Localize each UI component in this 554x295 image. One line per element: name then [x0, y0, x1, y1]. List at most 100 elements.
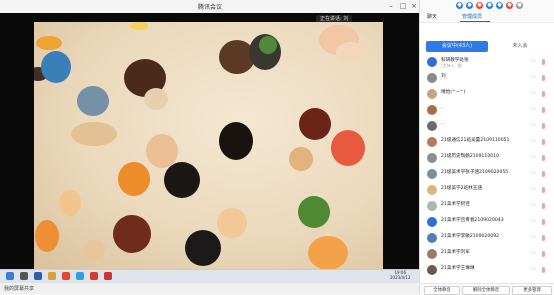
- microphone-icon[interactable]: [542, 75, 545, 81]
- camera-icon[interactable]: ▭: [531, 59, 536, 64]
- microphone-icon[interactable]: [542, 267, 545, 273]
- avatar: [427, 137, 437, 147]
- more-icon[interactable]: ●: [516, 2, 523, 9]
- member-name: 21级美术学张子涵2109020055: [441, 170, 509, 175]
- user-icon[interactable]: ●: [456, 2, 463, 9]
- maximize-icon[interactable]: □: [398, 1, 408, 11]
- camera-icon[interactable]: ▭: [531, 235, 536, 240]
- camera-icon[interactable]: ▭: [531, 267, 536, 272]
- microphone-icon[interactable]: [542, 251, 545, 257]
- ink-blot: [77, 86, 109, 116]
- ink-blot: [36, 36, 62, 50]
- tab-chat[interactable]: 聊天: [427, 13, 437, 20]
- member-name: 21级通信21班吴蕾2109110051: [441, 138, 510, 143]
- microphone-icon[interactable]: [542, 107, 545, 113]
- member-row[interactable]: 21级美学2班林玉涵 ▭: [420, 183, 554, 198]
- ink-blot: [113, 215, 151, 253]
- avatar: [427, 169, 437, 179]
- member-row[interactable]: 科研教学处张 (主持人, 我) ▭: [420, 55, 554, 70]
- member-row[interactable]: 21美术学李敏2109020092 ▭: [420, 231, 554, 246]
- ink-blot: [299, 108, 331, 140]
- member-name: ..: [441, 105, 444, 110]
- member-row[interactable]: 21美术学王琳琳 ▭: [420, 263, 554, 278]
- tab-in-meeting[interactable]: 会议中(43人): [426, 41, 488, 52]
- camera-icon[interactable]: ▭: [531, 91, 536, 96]
- member-role: (主持人, 我): [441, 63, 463, 68]
- video-app-icon[interactable]: [104, 272, 112, 280]
- window-title: 腾讯会议: [197, 4, 222, 11]
- ink-blot: [144, 88, 168, 110]
- camera-icon[interactable]: ▭: [531, 219, 536, 224]
- avatar: [427, 89, 437, 99]
- microphone-icon[interactable]: [542, 139, 545, 145]
- member-name: 刘: [441, 74, 446, 79]
- close-icon[interactable]: ×: [409, 1, 419, 11]
- microphone-icon[interactable]: [542, 59, 545, 65]
- member-row[interactable]: .. ▭: [420, 103, 554, 118]
- share-icon[interactable]: ●: [486, 2, 493, 9]
- settings-icon[interactable]: ●: [496, 2, 503, 9]
- member-row[interactable]: 21级通信21班吴蕾2109110051 ▭: [420, 135, 554, 150]
- camera-icon[interactable]: ▭: [531, 187, 536, 192]
- member-row[interactable]: 刘 ▭: [420, 71, 554, 86]
- camera-icon[interactable]: ▭: [531, 203, 536, 208]
- member-row[interactable]: 21级美术学张子涵2109020055 ▭: [420, 167, 554, 182]
- microphone-icon[interactable]: [542, 123, 545, 129]
- app-icon[interactable]: [34, 272, 42, 280]
- microphone-icon[interactable]: [542, 155, 545, 161]
- camera-icon[interactable]: ▭: [531, 123, 536, 128]
- camera-icon[interactable]: ▭: [531, 155, 536, 160]
- record-icon[interactable]: ●: [476, 2, 483, 9]
- tab-manage-members[interactable]: 管理成员: [462, 13, 482, 20]
- microphone-icon[interactable]: [542, 203, 545, 209]
- search-icon[interactable]: [20, 272, 28, 280]
- ink-blot: [83, 240, 105, 260]
- microphone-icon[interactable]: [542, 187, 545, 193]
- translate-icon[interactable]: ●: [466, 2, 473, 9]
- ink-blot: [219, 122, 253, 160]
- minimize-icon[interactable]: –: [386, 1, 396, 11]
- folder-icon[interactable]: [48, 272, 56, 280]
- microphone-icon[interactable]: [542, 171, 545, 177]
- tab-not-joined[interactable]: 未入会: [490, 41, 550, 52]
- wps-icon[interactable]: [90, 272, 98, 280]
- ink-blot: [41, 51, 71, 83]
- edge-icon[interactable]: [76, 272, 84, 280]
- member-name: 21美术学吕青春2109020043: [441, 218, 504, 223]
- avatar: [427, 185, 437, 195]
- member-name: 21美术学阿佳: [441, 202, 470, 207]
- camera-icon[interactable]: ▭: [531, 139, 536, 144]
- avatar: [427, 233, 437, 243]
- member-row[interactable]: 21美术学刘军 ▭: [420, 247, 554, 262]
- browser-icon[interactable]: [62, 272, 70, 280]
- clock[interactable]: 19:06 2023/4/12: [390, 270, 411, 280]
- member-row[interactable]: 21级历史陶鹏2109110010 ▭: [420, 151, 554, 166]
- camera-icon[interactable]: ▭: [531, 75, 536, 80]
- member-name: ..: [441, 121, 444, 126]
- member-name: 21美术学王琳琳: [441, 266, 475, 271]
- shared-video: [34, 22, 383, 269]
- camera-icon[interactable]: ▭: [531, 171, 536, 176]
- start-icon[interactable]: [6, 272, 14, 280]
- microphone-icon[interactable]: [542, 235, 545, 241]
- member-row[interactable]: .. ▭: [420, 119, 554, 134]
- ink-blot: [185, 230, 221, 266]
- ink-blot: [130, 22, 148, 30]
- avatar: [427, 57, 437, 67]
- avatar: [427, 265, 437, 275]
- camera-icon[interactable]: ▭: [531, 251, 536, 256]
- heart-icon[interactable]: ●: [506, 2, 513, 9]
- member-row[interactable]: 21美术学吕青春2109020043 ▭: [420, 215, 554, 230]
- microphone-icon[interactable]: [542, 219, 545, 225]
- panel-header: ● ● ● ● ● ● ● 聊天 管理成员: [420, 0, 554, 23]
- member-name: 晴怡(^~^): [441, 90, 466, 95]
- share-status-text: 我的屏幕共享: [4, 286, 35, 292]
- ink-blot: [59, 190, 81, 216]
- microphone-icon[interactable]: [542, 91, 545, 97]
- active-tab-underline: [460, 21, 490, 22]
- member-row[interactable]: 晴怡(^~^) ▭: [420, 87, 554, 102]
- member-row[interactable]: 21美术学阿佳 ▭: [420, 199, 554, 214]
- ink-blot: [71, 122, 117, 146]
- camera-icon[interactable]: ▭: [531, 107, 536, 112]
- ink-blot: [35, 220, 59, 252]
